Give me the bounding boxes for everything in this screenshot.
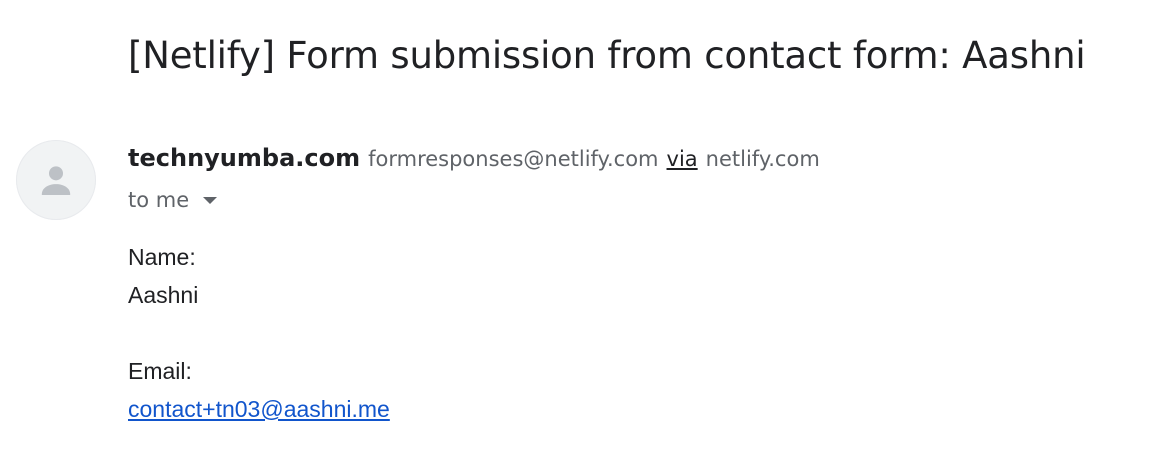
- via-link[interactable]: via: [667, 147, 698, 171]
- caret-down-icon[interactable]: [203, 196, 218, 204]
- email-value-line: contact+tn03@aashni.me: [128, 390, 390, 428]
- body-spacer: [128, 314, 390, 352]
- email-label: Email:: [128, 358, 192, 384]
- via-domain: netlify.com: [705, 147, 820, 171]
- recipient-label: to me: [128, 188, 190, 212]
- email-link[interactable]: contact+tn03@aashni.me: [128, 396, 390, 422]
- person-icon: [41, 166, 71, 195]
- email-body: Name: Aashni Email: contact+tn03@aashni.…: [128, 238, 390, 428]
- sender-email: formresponses@netlify.com: [368, 147, 659, 171]
- recipient-details-toggle[interactable]: to me: [128, 184, 218, 216]
- sender-name[interactable]: technyumba.com: [128, 144, 360, 172]
- sender-line: technyumba.com formresponses@netlify.com…: [128, 144, 820, 176]
- name-label: Name:: [128, 244, 196, 270]
- name-value: Aashni: [128, 282, 199, 308]
- sender-avatar[interactable]: [16, 140, 96, 220]
- email-subject: [Netlify] Form submission from contact f…: [128, 34, 1086, 77]
